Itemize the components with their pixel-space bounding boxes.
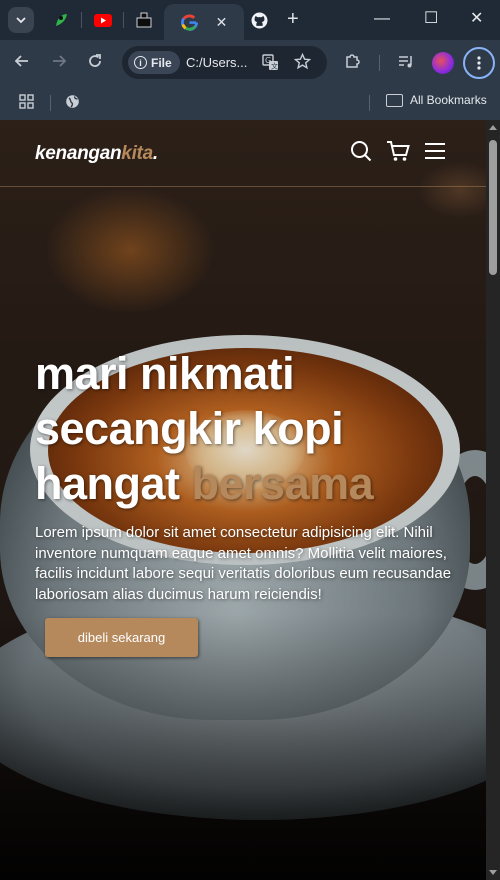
media-controls-button[interactable] <box>398 53 415 74</box>
bookmark-star-button[interactable] <box>293 52 312 74</box>
site-navbar: kenangankita. <box>0 120 486 187</box>
reload-icon <box>89 54 101 67</box>
translate-icon: G文 <box>262 54 278 71</box>
arrow-right-icon <box>53 55 67 67</box>
youtube-icon <box>94 13 112 27</box>
minimize-button[interactable]: — <box>374 9 390 29</box>
profile-avatar[interactable] <box>432 52 454 74</box>
bookmarks-bar: All Bookmarks <box>0 86 500 120</box>
tab-strip: ✕ + — ☐ ✕ <box>0 0 500 40</box>
site-info-label: File <box>151 55 172 70</box>
tab-5[interactable] <box>240 5 278 35</box>
browser-menu-button[interactable] <box>463 47 495 79</box>
feather-app-icon <box>56 14 67 26</box>
translate-button[interactable]: G文 <box>262 54 279 75</box>
globe-icon <box>66 95 79 108</box>
scroll-down-arrow[interactable] <box>489 870 497 875</box>
new-tab-button[interactable]: + <box>287 8 299 30</box>
bookmark-globe[interactable] <box>65 94 80 113</box>
info-icon: i <box>134 56 147 69</box>
star-icon <box>293 52 312 70</box>
menu-button[interactable] <box>424 142 446 165</box>
reload-button[interactable] <box>87 52 103 74</box>
arrow-left-icon <box>14 55 28 67</box>
site-info-chip[interactable]: i File <box>128 51 180 74</box>
close-tab-icon[interactable]: ✕ <box>216 14 228 31</box>
hero-title: mari nikmati secangkir kopi hangat bersa… <box>35 346 465 511</box>
maximize-button[interactable]: ☐ <box>424 9 438 29</box>
more-vertical-icon <box>477 56 481 70</box>
shopping-cart-icon <box>387 141 410 161</box>
tab-1[interactable] <box>42 5 80 35</box>
buy-now-button[interactable]: dibeli sekarang <box>45 618 198 657</box>
tab-4-active[interactable]: ✕ <box>164 4 244 40</box>
hero-description: Lorem ipsum dolor sit amet consectetur a… <box>35 524 452 603</box>
browser-toolbar: i File C:/Users... G文 <box>0 40 500 86</box>
close-window-button[interactable]: ✕ <box>470 9 483 29</box>
navbar-icons <box>350 140 446 167</box>
dark-site-icon <box>136 12 152 28</box>
scrollbar-thumb[interactable] <box>489 140 497 275</box>
folder-icon <box>386 93 403 107</box>
logo-accent: kita <box>121 143 153 164</box>
playlist-icon <box>399 56 412 68</box>
tab-search-button[interactable] <box>8 7 34 33</box>
puzzle-icon <box>346 54 360 68</box>
site-logo[interactable]: kenangankita. <box>35 143 158 165</box>
back-button[interactable] <box>14 52 30 74</box>
apps-grid-icon <box>19 94 34 109</box>
url-text[interactable]: C:/Users... <box>186 55 247 70</box>
scroll-up-arrow[interactable] <box>489 125 497 130</box>
svg-text:文: 文 <box>271 62 278 71</box>
google-icon <box>180 13 198 31</box>
github-icon <box>251 12 267 28</box>
page-viewport: kenangankita. mari nikmati secangkir kop… <box>0 120 486 880</box>
logo-dot: . <box>152 143 158 164</box>
chevron-down-icon <box>16 17 26 24</box>
hamburger-menu-icon <box>425 143 445 159</box>
all-bookmarks-button[interactable]: All Bookmarks <box>386 93 487 107</box>
logo-main: kenangan <box>35 143 122 164</box>
apps-button[interactable] <box>19 94 34 113</box>
cart-button[interactable] <box>386 140 410 167</box>
all-bookmarks-label: All Bookmarks <box>410 93 487 107</box>
search-icon <box>351 141 372 162</box>
hero-content: mari nikmati secangkir kopi hangat bersa… <box>35 346 465 605</box>
tab-3[interactable] <box>125 5 163 35</box>
tab-2[interactable] <box>84 5 122 35</box>
page-scrollbar[interactable] <box>486 120 500 880</box>
forward-button[interactable] <box>51 52 67 74</box>
extensions-button[interactable] <box>344 53 361 74</box>
search-button[interactable] <box>350 140 372 167</box>
hero-title-accent: bersama <box>191 458 374 509</box>
